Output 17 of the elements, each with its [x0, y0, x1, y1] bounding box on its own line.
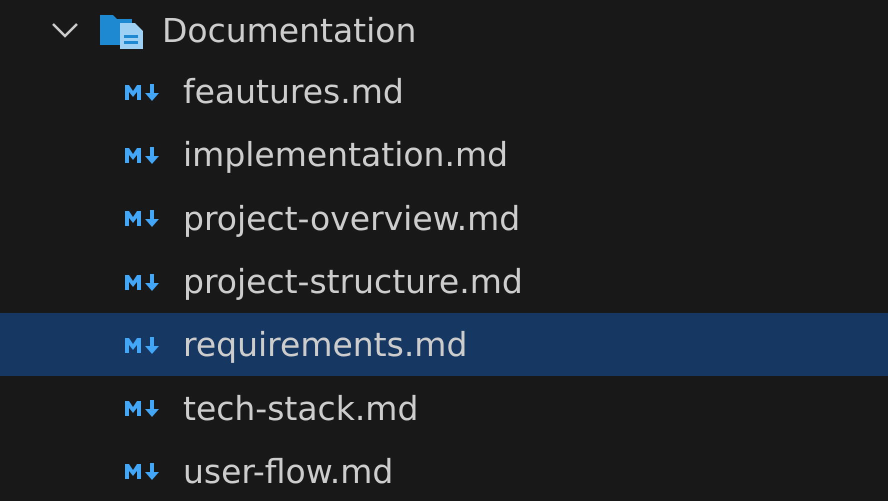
file-row[interactable]: project-overview.md [0, 186, 888, 250]
file-name: requirements.md [183, 328, 468, 362]
file-name: tech-stack.md [183, 392, 418, 425]
folder-name: Documentation [162, 14, 416, 46]
file-row[interactable]: implementation.md [0, 123, 888, 187]
folder-row[interactable]: Documentation [0, 0, 888, 60]
file-row[interactable]: feautures.md [0, 60, 888, 124]
file-name: project-overview.md [183, 202, 520, 235]
file-row[interactable]: user-flow.md [0, 440, 888, 501]
file-name: implementation.md [183, 138, 508, 172]
file-row[interactable]: requirements.md [0, 313, 888, 376]
file-row[interactable]: tech-stack.md [0, 376, 888, 440]
chevron-down-icon[interactable] [50, 20, 80, 40]
file-row[interactable]: project-structure.md [0, 250, 888, 314]
file-name: feautures.md [183, 75, 404, 108]
file-name: project-structure.md [183, 265, 523, 298]
file-name: user-flow.md [183, 454, 394, 488]
